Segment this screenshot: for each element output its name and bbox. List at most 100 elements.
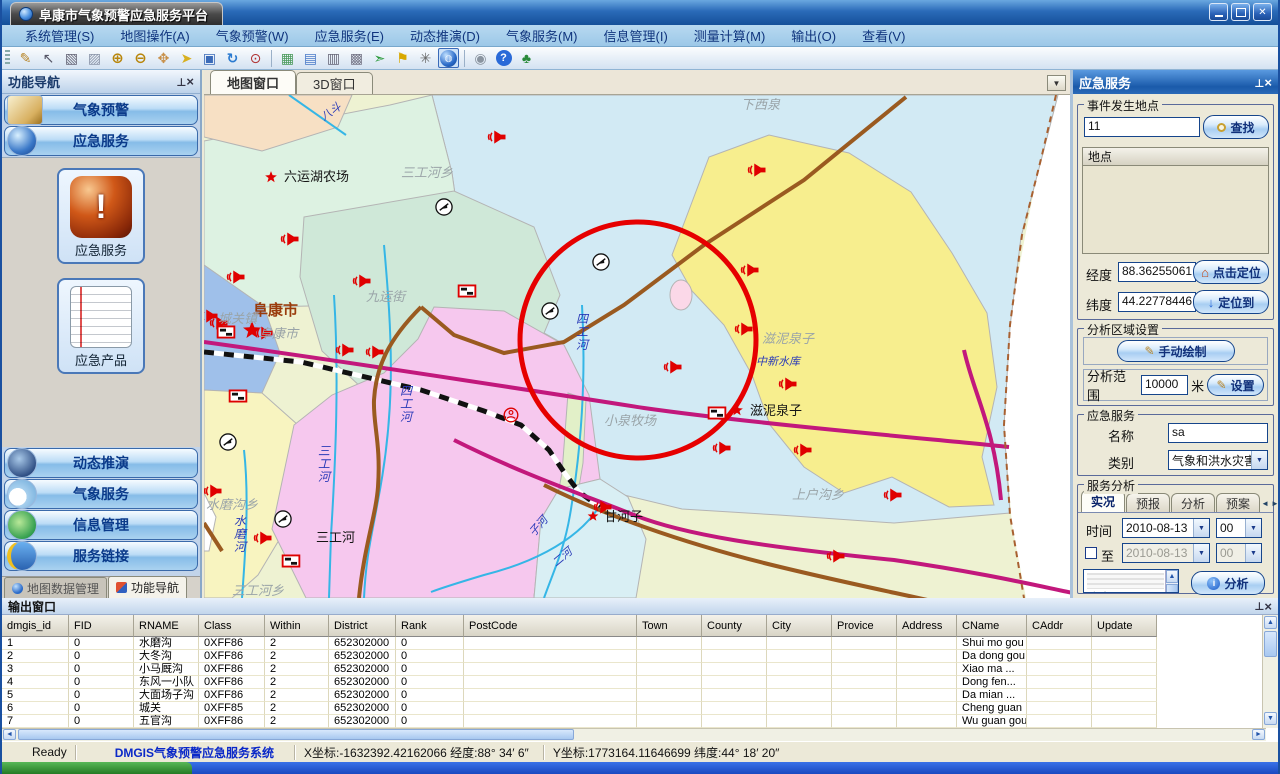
sidebar-item-service-link[interactable]: 服务链接 bbox=[4, 541, 198, 571]
settings-icon[interactable]: ✳ bbox=[415, 48, 436, 68]
tab-scroll-left-icon[interactable]: ◄ bbox=[1261, 499, 1269, 508]
column-header[interactable]: dmgis_id bbox=[2, 615, 69, 637]
tab-3d-window[interactable]: 3D窗口 bbox=[296, 72, 373, 94]
column-header[interactable]: Rank bbox=[396, 615, 464, 637]
monitor-station-icon[interactable] bbox=[436, 199, 452, 215]
column-header[interactable]: Class bbox=[199, 615, 265, 637]
emergency-alert-button[interactable]: 应急服务 bbox=[57, 168, 145, 264]
select-icon[interactable]: ↖ bbox=[38, 48, 59, 68]
refresh-icon[interactable]: ↻ bbox=[222, 48, 243, 68]
column-header[interactable]: Within bbox=[265, 615, 329, 637]
minimize-button[interactable] bbox=[1209, 3, 1228, 21]
tab-map-window[interactable]: 地图窗口 bbox=[210, 70, 296, 94]
sidebar-item-info-management[interactable]: 信息管理 bbox=[4, 510, 198, 540]
sidebar-item-emergency-globe[interactable]: 应急服务 bbox=[4, 126, 198, 156]
signal-flag-icon[interactable] bbox=[283, 555, 300, 566]
full-extent-icon[interactable]: ▣ bbox=[199, 48, 220, 68]
goto-button[interactable]: 定位到 bbox=[1193, 290, 1269, 314]
toolbar-grip[interactable] bbox=[5, 50, 10, 66]
tab-scroll-right-icon[interactable]: ► bbox=[1271, 499, 1279, 508]
type-select[interactable]: 气象和洪水灾害 ▼ bbox=[1168, 450, 1268, 470]
analysis-tab-预案[interactable]: 预案 bbox=[1216, 493, 1260, 512]
name-input[interactable]: sa bbox=[1168, 423, 1268, 443]
monitor-station-icon[interactable] bbox=[542, 303, 558, 319]
emergency-product-button[interactable]: 应急产品 bbox=[57, 278, 145, 374]
column-header[interactable]: Town bbox=[637, 615, 702, 637]
table-row[interactable]: 40东风一小队0XFF8626523020000Dong fen... bbox=[2, 676, 1266, 689]
pin-icon[interactable] bbox=[1254, 599, 1264, 613]
monitor-station-icon[interactable] bbox=[275, 511, 291, 527]
table-row[interactable]: 20大冬沟0XFF8626523020000Da dong gou bbox=[2, 650, 1266, 663]
close-panel-icon[interactable] bbox=[1264, 75, 1272, 90]
menu-item-1[interactable]: 系统管理(S) bbox=[12, 26, 107, 45]
element-listbox[interactable]: 降水空气温度 ▲ bbox=[1083, 569, 1179, 593]
pointer-icon[interactable]: ➤ bbox=[176, 48, 197, 68]
monitor-station-icon[interactable] bbox=[220, 434, 236, 450]
table-row[interactable]: 50大面场子沟0XFF8626523020000Da mian ... bbox=[2, 689, 1266, 702]
signal-flag-icon[interactable] bbox=[459, 285, 476, 296]
menu-item-3[interactable]: 气象预警(W) bbox=[203, 26, 302, 45]
hour-select[interactable]: 00▼ bbox=[1216, 518, 1262, 538]
bottom-tab-function-nav[interactable]: 功能导航 bbox=[108, 576, 187, 598]
place-list[interactable] bbox=[1082, 166, 1269, 254]
date-select[interactable]: 2010-08-13▼ bbox=[1122, 518, 1210, 538]
analysis-tab-分析[interactable]: 分析 bbox=[1171, 493, 1215, 512]
column-header[interactable]: Provice bbox=[832, 615, 897, 637]
print-icon[interactable]: ▥ bbox=[323, 48, 344, 68]
manual-draw-button[interactable]: 手动绘制 bbox=[1117, 340, 1235, 362]
select-area-icon[interactable]: ▧ bbox=[61, 48, 82, 68]
column-header[interactable]: FID bbox=[69, 615, 134, 637]
swipe-icon[interactable]: ◉ bbox=[470, 48, 491, 68]
map-image-icon[interactable]: ▦ bbox=[277, 48, 298, 68]
signal-flag-icon[interactable] bbox=[709, 407, 726, 418]
menu-item-6[interactable]: 气象服务(M) bbox=[493, 26, 591, 45]
table-vscrollbar[interactable]: ▲ ▼ bbox=[1262, 615, 1278, 728]
analyze-button[interactable]: i 分析 bbox=[1191, 571, 1265, 595]
longitude-input[interactable]: 88.36255061 bbox=[1118, 262, 1196, 282]
location-search-input[interactable]: 11 bbox=[1084, 117, 1200, 137]
output-table[interactable]: dmgis_idFIDRNAMEClassWithinDistrictRankP… bbox=[2, 615, 1266, 728]
table-row[interactable]: 10水磨沟0XFF8626523020000Shui mo gou bbox=[2, 637, 1266, 650]
emergency-globe-icon[interactable]: ◍ bbox=[438, 48, 459, 68]
menu-item-8[interactable]: 测量计算(M) bbox=[681, 26, 779, 45]
table-hscrollbar[interactable]: ◄ ► bbox=[2, 728, 1266, 741]
menu-item-2[interactable]: 地图操作(A) bbox=[107, 26, 202, 45]
column-header[interactable]: County bbox=[702, 615, 767, 637]
pan-icon[interactable]: ✥ bbox=[153, 48, 174, 68]
column-header[interactable]: Update bbox=[1092, 615, 1157, 637]
sidebar-item-weather-warning[interactable]: 气象预警 bbox=[4, 95, 198, 125]
column-header[interactable]: RNAME bbox=[134, 615, 199, 637]
sidebar-item-dynamic-deduction[interactable]: 动态推演 bbox=[4, 448, 198, 478]
map-tab-dropdown[interactable]: ▼ bbox=[1047, 75, 1066, 91]
column-header[interactable]: CName bbox=[957, 615, 1027, 637]
search-button[interactable]: 查找 bbox=[1203, 115, 1269, 139]
menu-item-5[interactable]: 动态推演(D) bbox=[397, 26, 493, 45]
measure-icon[interactable]: ✎ bbox=[15, 48, 36, 68]
set-button[interactable]: 设置 bbox=[1207, 374, 1264, 396]
column-header[interactable]: Address bbox=[897, 615, 957, 637]
menu-item-10[interactable]: 查看(V) bbox=[849, 26, 918, 45]
close-panel-icon[interactable] bbox=[1264, 599, 1272, 614]
sidebar-item-weather-service[interactable]: 气象服务 bbox=[4, 479, 198, 509]
pin-icon[interactable] bbox=[1254, 75, 1264, 90]
menu-item-4[interactable]: 应急服务(E) bbox=[302, 26, 397, 45]
signal-flag-icon[interactable] bbox=[218, 326, 235, 337]
click-locate-button[interactable]: 点击定位 bbox=[1193, 260, 1269, 284]
menu-item-7[interactable]: 信息管理(I) bbox=[591, 26, 681, 45]
table-row[interactable]: 60城关0XFF8526523020000Cheng guan bbox=[2, 702, 1266, 715]
column-header[interactable]: City bbox=[767, 615, 832, 637]
table-row[interactable]: 30小马厩沟0XFF8626523020000Xiao ma ... bbox=[2, 663, 1266, 676]
column-header[interactable]: PostCode bbox=[464, 615, 637, 637]
flag-pin-icon[interactable]: ⚑ bbox=[392, 48, 413, 68]
pick-icon[interactable]: ➣ bbox=[369, 48, 390, 68]
signal-flag-icon[interactable] bbox=[230, 390, 247, 401]
plot-icon[interactable]: ♣ bbox=[516, 48, 537, 68]
table-row[interactable]: 70五官沟0XFF8626523020000Wu guan gou bbox=[2, 715, 1266, 728]
help-icon[interactable]: ? bbox=[493, 48, 514, 68]
zoom-in-icon[interactable]: ⊕ bbox=[107, 48, 128, 68]
pin-icon[interactable] bbox=[176, 74, 186, 89]
column-header[interactable]: District bbox=[329, 615, 396, 637]
snapshot-icon[interactable]: ▤ bbox=[300, 48, 321, 68]
clear-selection-icon[interactable]: ▨ bbox=[84, 48, 105, 68]
print-setup-icon[interactable]: ▩ bbox=[346, 48, 367, 68]
